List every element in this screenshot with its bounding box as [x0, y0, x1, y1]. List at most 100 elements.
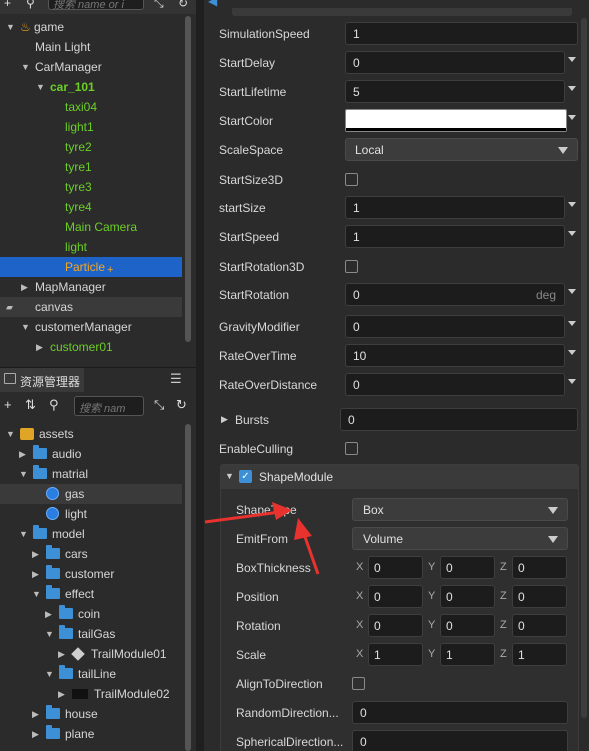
hierarchy-node[interactable]: tyre3 [0, 177, 182, 197]
collapse-arrow-icon[interactable]: ▼ [6, 17, 15, 37]
asset-node[interactable]: ▼ matrial [0, 464, 182, 484]
chevron-down-icon[interactable] [568, 202, 576, 207]
chevron-down-icon[interactable] [568, 289, 576, 294]
hierarchy-search-input[interactable]: 搜索 name or i [48, 0, 144, 11]
collapse-icon[interactable]: ⤡ [154, 397, 164, 413]
hierarchy-node[interactable]: ▶ customer01 [0, 337, 182, 357]
chevron-down-icon[interactable] [568, 231, 576, 236]
vector-field-x[interactable]: 0 [368, 585, 423, 608]
hierarchy-scrollbar[interactable] [185, 16, 191, 342]
search-filter-icon[interactable]: ⚲ [26, 0, 35, 10]
asset-node[interactable]: light [0, 504, 182, 524]
collapse-arrow-icon[interactable]: ▼ [32, 584, 41, 604]
asset-node[interactable]: ▶ house [0, 704, 182, 724]
chevron-down-icon[interactable] [568, 379, 576, 384]
property-field[interactable]: 0 [345, 373, 565, 396]
sort-icon[interactable]: ⇅ [25, 397, 36, 413]
asset-node[interactable]: ▼ tailLine [0, 664, 182, 684]
hierarchy-node[interactable]: ▼ CarManager [0, 57, 182, 77]
random-direction-field[interactable]: 0 [352, 701, 568, 724]
vector-field-z[interactable]: 1 [512, 643, 567, 666]
hierarchy-node[interactable]: ▼ ♨ game [0, 17, 182, 37]
collapse-arrow-icon[interactable]: ▼ [36, 77, 45, 97]
collapse-arrow-icon[interactable]: ▼ [21, 317, 30, 337]
search-filter-icon[interactable]: ⚲ [49, 397, 59, 413]
expand-arrow-icon[interactable]: ▶ [58, 684, 65, 704]
expand-arrow-icon[interactable]: ▶ [36, 337, 43, 357]
asset-node[interactable]: ▶ cars [0, 544, 182, 564]
vector-field-x[interactable]: 0 [368, 614, 423, 637]
hierarchy-node[interactable]: Main Light [0, 37, 182, 57]
spherical-direction-field[interactable]: 0 [352, 730, 568, 751]
add-icon[interactable]: + [4, 0, 11, 10]
collapse-arrow-icon[interactable]: ▼ [45, 664, 54, 684]
hierarchy-node[interactable]: Particle + [0, 257, 182, 277]
property-field[interactable]: 1 [345, 196, 565, 219]
property-field[interactable]: 10 [345, 344, 565, 367]
shape-type-select[interactable]: Box [352, 498, 568, 521]
asset-node[interactable]: ▼ model [0, 524, 182, 544]
property-field[interactable]: 5 [345, 80, 565, 103]
asset-node[interactable]: ▶ audio [0, 444, 182, 464]
refresh-icon[interactable]: ↻ [178, 0, 188, 10]
panel-divider[interactable] [196, 0, 204, 751]
hierarchy-node[interactable]: ▶ MapManager [0, 277, 182, 297]
expand-arrow-icon[interactable]: ▶ [21, 277, 28, 297]
hierarchy-node[interactable]: Main Camera [0, 217, 182, 237]
assets-search-input[interactable]: 搜索 nam [74, 396, 144, 416]
asset-node[interactable]: ▶ TrailModule02 [0, 684, 182, 704]
asset-node[interactable]: ▼ assets [0, 424, 182, 444]
chevron-down-icon[interactable] [568, 321, 576, 326]
chevron-down-icon[interactable] [568, 115, 576, 120]
expand-arrow-icon[interactable]: ▶ [45, 604, 52, 624]
shape-module-checkbox[interactable]: ✓ [239, 470, 252, 483]
property-field[interactable]: 1 [345, 225, 565, 248]
refresh-icon[interactable]: ↻ [176, 397, 187, 413]
property-select[interactable]: Local [345, 138, 578, 161]
shape-module-header[interactable]: ▼ ✓ ShapeModule [221, 465, 578, 489]
asset-node[interactable]: ▼ tailGas [0, 624, 182, 644]
collapse-arrow-icon[interactable]: ▼ [225, 471, 234, 481]
vector-field-y[interactable]: 0 [440, 556, 495, 579]
vector-field-z[interactable]: 0 [512, 585, 567, 608]
property-checkbox[interactable] [345, 260, 358, 273]
vector-field-x[interactable]: 1 [368, 643, 423, 666]
hierarchy-node[interactable]: tyre4 [0, 197, 182, 217]
expand-arrow-icon[interactable]: ▶ [58, 644, 65, 664]
add-icon[interactable]: + [4, 397, 12, 412]
collapse-icon[interactable]: ⤡ [154, 0, 164, 11]
expand-arrow-icon[interactable]: ▶ [221, 414, 228, 425]
hierarchy-node[interactable]: light1 [0, 117, 182, 137]
collapse-arrow-icon[interactable]: ▼ [19, 524, 28, 544]
expand-arrow-icon[interactable]: ▶ [32, 724, 39, 744]
asset-node[interactable]: ▼ effect [0, 584, 182, 604]
hierarchy-node[interactable]: ▰ canvas [0, 297, 182, 317]
menu-icon[interactable]: ☰ [170, 371, 182, 387]
property-field[interactable]: 0 deg [345, 283, 565, 306]
vector-field-z[interactable]: 0 [512, 614, 567, 637]
property-field[interactable]: 1 [345, 22, 578, 45]
vector-field-x[interactable]: 0 [368, 556, 423, 579]
asset-node[interactable]: gas [0, 484, 182, 504]
chevron-down-icon[interactable] [568, 350, 576, 355]
hierarchy-node[interactable]: tyre2 [0, 137, 182, 157]
property-checkbox[interactable] [345, 173, 358, 186]
hierarchy-node[interactable]: ▼ customerManager [0, 317, 182, 337]
asset-node[interactable]: ▶ TrailModule01 [0, 644, 182, 664]
property-field[interactable]: 0 [345, 315, 565, 338]
asset-node[interactable]: ▶ customer [0, 564, 182, 584]
assets-scrollbar[interactable] [185, 424, 191, 751]
emit-from-select[interactable]: Volume [352, 527, 568, 550]
vector-field-z[interactable]: 0 [512, 556, 567, 579]
hierarchy-node[interactable]: taxi04 [0, 97, 182, 117]
enable-culling-checkbox[interactable] [345, 442, 358, 455]
bursts-field[interactable]: 0 [340, 408, 578, 431]
vector-field-y[interactable]: 0 [440, 614, 495, 637]
collapse-arrow-icon[interactable]: ▼ [21, 57, 30, 77]
inspector-scrollbar[interactable] [579, 0, 589, 751]
hierarchy-node[interactable]: ▼ car_101 [0, 77, 182, 97]
expand-arrow-icon[interactable]: ▶ [32, 704, 39, 724]
expand-arrow-icon[interactable]: ▶ [32, 544, 39, 564]
expand-arrow-icon[interactable]: ▶ [19, 444, 26, 464]
collapse-arrow-icon[interactable]: ▼ [19, 464, 28, 484]
